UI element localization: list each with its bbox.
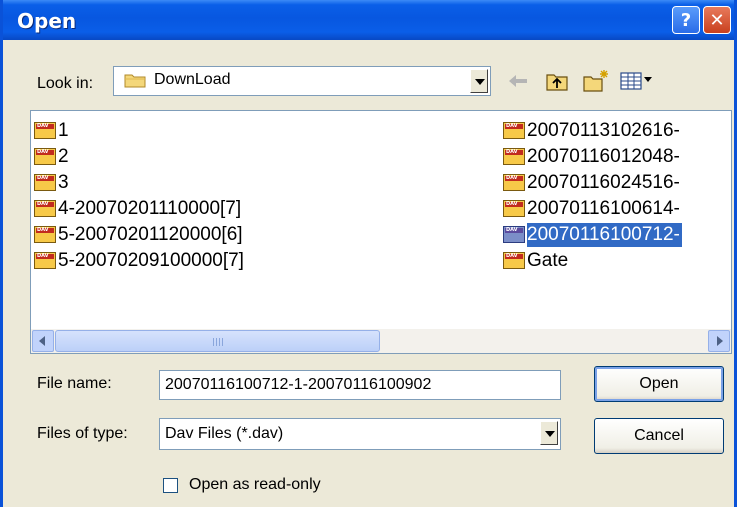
- dav-file-icon: DAV: [503, 122, 525, 139]
- file-list[interactable]: DAV 1 DAV 2 DAV 3 DAV 4-20070201110000[7…: [30, 110, 732, 354]
- scroll-right-button[interactable]: [708, 330, 730, 352]
- read-only-label: Open as read-only: [189, 476, 321, 493]
- dav-file-icon: DAV: [503, 226, 525, 243]
- dav-file-icon: DAV: [34, 226, 56, 243]
- view-menu-icon[interactable]: [619, 68, 655, 94]
- file-type-label: Files of type:: [37, 425, 128, 442]
- dav-file-icon: DAV: [503, 174, 525, 191]
- read-only-checkbox[interactable]: [163, 478, 178, 493]
- dialog-title: Open: [17, 9, 77, 33]
- dav-file-icon: DAV: [34, 252, 56, 269]
- new-folder-icon[interactable]: [582, 68, 610, 94]
- folder-icon: [124, 74, 146, 88]
- file-name-input[interactable]: 20070116100712-1-20070116100902: [159, 370, 561, 400]
- dav-file-icon: DAV: [503, 200, 525, 217]
- help-button[interactable]: ?: [672, 6, 700, 34]
- open-button[interactable]: Open: [594, 366, 724, 402]
- look-in-label: Look in:: [37, 75, 94, 92]
- look-in-value: DownLoad: [154, 71, 231, 88]
- dav-file-icon: DAV: [503, 252, 525, 269]
- close-button[interactable]: ✕: [703, 6, 731, 34]
- look-in-dropdown[interactable]: DownLoad: [113, 66, 491, 96]
- dav-file-icon: DAV: [34, 148, 56, 165]
- file-type-dropdown-arrow[interactable]: [540, 421, 558, 445]
- file-name-label: File name:: [37, 375, 112, 392]
- look-in-dropdown-arrow[interactable]: [470, 69, 488, 93]
- cancel-button[interactable]: Cancel: [594, 418, 724, 454]
- dav-file-icon: DAV: [34, 174, 56, 191]
- dav-file-icon: DAV: [503, 148, 525, 165]
- scroll-thumb[interactable]: [55, 330, 380, 352]
- scroll-left-button[interactable]: [32, 330, 54, 352]
- grip-icon: [213, 338, 225, 346]
- title-bar[interactable]: Open ? ✕: [3, 0, 734, 40]
- file-type-select[interactable]: Dav Files (*.dav): [159, 418, 561, 450]
- open-dialog: Open ? ✕ Look in: DownLoad DAV 1 DAV 2 D…: [0, 0, 737, 507]
- up-one-level-icon[interactable]: [544, 68, 570, 94]
- dav-file-icon: DAV: [34, 200, 56, 217]
- horizontal-scrollbar[interactable]: [31, 329, 731, 353]
- back-arrow-icon[interactable]: [505, 68, 531, 94]
- dav-file-icon: DAV: [34, 122, 56, 139]
